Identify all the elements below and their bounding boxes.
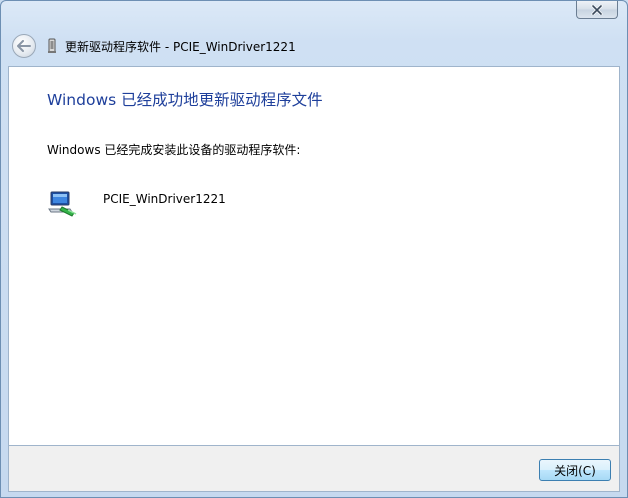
back-arrow-icon [17, 37, 31, 56]
dialog-title: 更新驱动程序软件 - PCIE_WinDriver1221 [65, 40, 296, 54]
page-title: Windows 已经成功地更新驱动程序文件 [47, 91, 323, 109]
device-manager-icon [47, 38, 57, 54]
network-device-icon [48, 188, 78, 218]
device-name: PCIE_WinDriver1221 [103, 192, 226, 206]
content-panel: Windows 已经成功地更新驱动程序文件 Windows 已经完成安装此设备的… [8, 66, 620, 446]
close-button[interactable]: 关闭(C) [539, 459, 611, 481]
window-close-button[interactable] [576, 1, 618, 19]
dialog-footer: 关闭(C) [8, 446, 620, 492]
back-button[interactable] [12, 34, 36, 58]
status-message: Windows 已经完成安装此设备的驱动程序软件: [47, 143, 301, 157]
close-icon [591, 4, 603, 15]
dialog-window: 更新驱动程序软件 - PCIE_WinDriver1221 Windows 已经… [0, 0, 628, 498]
